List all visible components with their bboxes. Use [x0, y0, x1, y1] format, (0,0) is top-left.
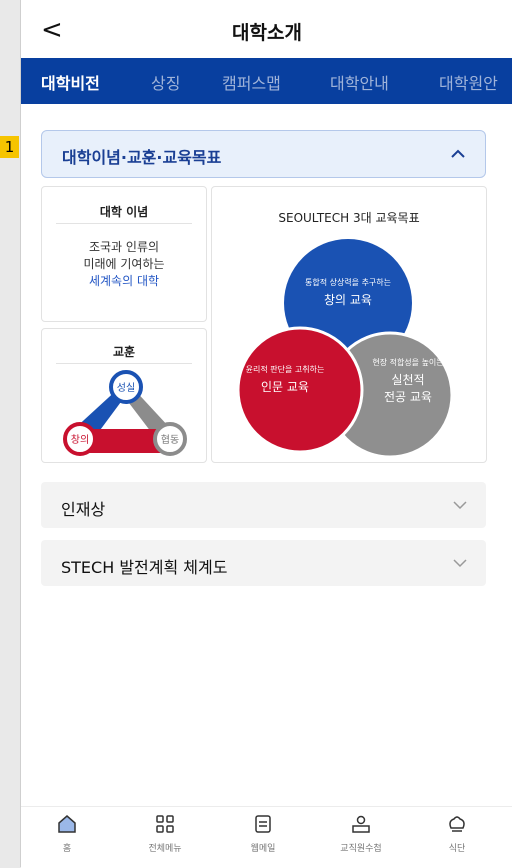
nav-label: 전체메뉴: [148, 844, 182, 854]
grid-icon: [156, 815, 174, 833]
accordion-talent[interactable]: 인재상: [41, 482, 486, 528]
top-header: < 대학소개: [21, 0, 512, 60]
app-screen: < 대학소개 대학비전 상징 캠퍼스맵 대학안내 대학원안 대학이념·교훈·교육…: [20, 0, 512, 868]
gray-big-label-1: 실천적: [391, 372, 424, 387]
tab-symbol[interactable]: 상징: [151, 70, 180, 94]
blue-big-label: 창의 교육: [324, 293, 372, 307]
motto-diagram: 성실 창의 협동: [63, 370, 187, 456]
bottom-nav: 홈 전체메뉴 웹메일 교직원수첩 식단: [21, 806, 512, 868]
chevron-down-icon: [453, 559, 467, 568]
nav-staff-handbook[interactable]: 교직원수첩: [321, 813, 401, 854]
accordion-label: 인재상: [61, 500, 106, 519]
philosophy-line-3: 세계속의 대학: [88, 274, 160, 288]
divider: [56, 363, 192, 364]
philosophy-line-2: 미래에 기여하는: [83, 257, 165, 271]
tab-vision[interactable]: 대학비전: [41, 70, 100, 94]
blue-small-label: 통합적 상상력을 추구하는: [305, 277, 391, 287]
home-icon: [58, 815, 76, 833]
education-goals-card: SEOULTECH 3대 교육목표 통합적 상상력을 추구하는 창의 교육 윤리…: [211, 186, 487, 463]
nav-webmail[interactable]: 웹메일: [223, 813, 303, 854]
nav-menu-food[interactable]: 식단: [417, 813, 497, 854]
page-title: 대학소개: [232, 22, 302, 44]
nav-label: 교직원수첩: [340, 844, 382, 854]
motto-top-label: 성실: [117, 382, 135, 394]
chef-hat-icon: [449, 816, 465, 832]
philosophy-line-1: 조국과 인류의: [88, 240, 160, 254]
motto-title: 교훈: [112, 345, 136, 359]
tab-graduate[interactable]: 대학원안: [439, 70, 498, 94]
tab-info[interactable]: 대학안내: [330, 70, 389, 94]
accordion-plan[interactable]: STECH 발전계획 체계도: [41, 540, 486, 586]
mail-icon: [255, 815, 271, 833]
tab-campus-map[interactable]: 캠퍼스맵: [222, 70, 281, 94]
accordion-label: 대학이념·교훈·교육목표: [62, 148, 222, 167]
philosophy-card: 대학 이념 조국과 인류의 미래에 기여하는 세계속의 대학: [41, 186, 207, 322]
motto-card: 교훈 성실 창의 협동: [41, 328, 207, 463]
nav-label: 식단: [448, 844, 466, 854]
annotation-marker: 1: [0, 136, 19, 158]
nav-label: 홈: [62, 844, 72, 854]
accordion-philosophy-header[interactable]: 대학이념·교훈·교육목표: [41, 130, 486, 178]
contacts-icon: [352, 815, 370, 833]
red-big-label: 인문 교육: [261, 380, 309, 394]
goals-diagram: 통합적 상상력을 추구하는 창의 교육 윤리적 판단을 고취하는 인문 교육 현…: [236, 239, 454, 459]
chevron-down-icon: [453, 501, 467, 510]
gray-big-label-2: 전공 교육: [384, 390, 432, 404]
motto-right-label: 협동: [161, 433, 179, 446]
accordion-label: STECH 발전계획 체계도: [61, 558, 228, 577]
nav-label: 웹메일: [250, 844, 276, 854]
tab-bar: 대학비전 상징 캠퍼스맵 대학안내 대학원안: [21, 58, 512, 104]
chevron-up-icon: [451, 149, 465, 158]
nav-home[interactable]: 홈: [27, 813, 107, 854]
gray-small-label: 현장 적합성을 높이는: [372, 357, 443, 367]
divider: [56, 223, 192, 224]
nav-all-menu[interactable]: 전체메뉴: [125, 813, 205, 854]
red-small-label: 윤리적 판단을 고취하는: [246, 364, 325, 374]
motto-left-label: 창의: [71, 434, 89, 446]
philosophy-title: 대학 이념: [99, 205, 149, 219]
